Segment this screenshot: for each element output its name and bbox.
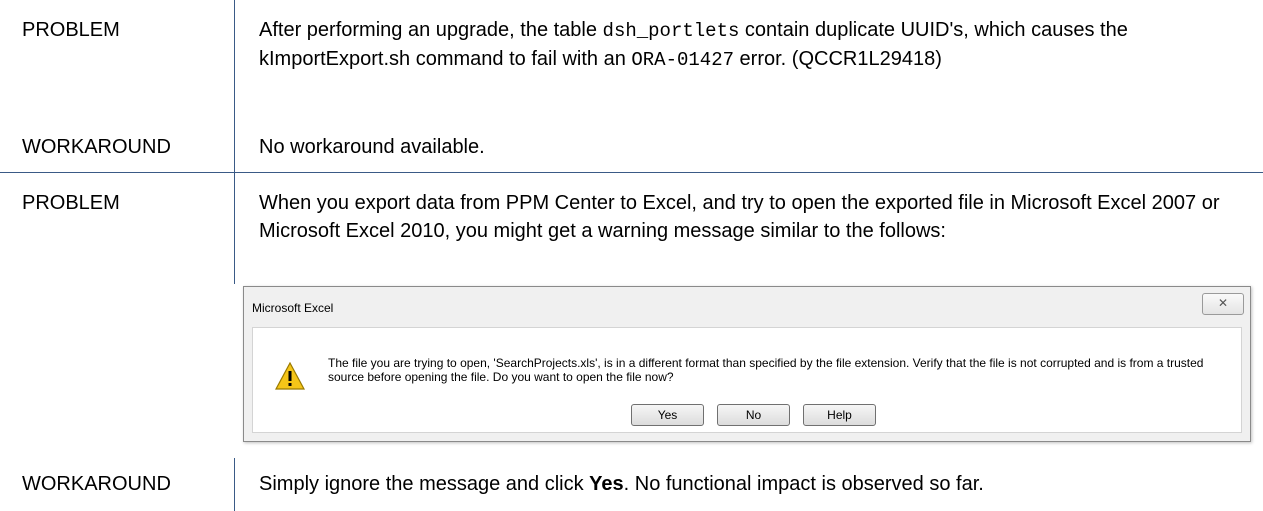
workaround-text: Simply ignore the message and click bbox=[259, 473, 590, 495]
row-separator bbox=[0, 172, 1263, 173]
problem-text: After performing an upgrade, the table bbox=[259, 19, 603, 41]
dialog-body: The file you are trying to open, 'Search… bbox=[252, 327, 1242, 433]
problem-description: When you export data from PPM Center to … bbox=[259, 192, 1220, 242]
excel-warning-dialog: Microsoft Excel ✕ The file you are tryin… bbox=[243, 286, 1251, 442]
workaround-text: . No functional impact is observed so fa… bbox=[623, 473, 984, 495]
workaround-description: No workaround available. bbox=[259, 136, 485, 158]
close-icon[interactable]: ✕ bbox=[1202, 293, 1244, 315]
workaround-label: WORKAROUND bbox=[22, 136, 171, 158]
yes-emphasis: Yes bbox=[589, 473, 624, 495]
yes-button[interactable]: Yes bbox=[631, 404, 704, 426]
workaround-description: Simply ignore the message and click Yes.… bbox=[259, 470, 1249, 498]
table-divider bbox=[234, 172, 235, 284]
dialog-title: Microsoft Excel bbox=[252, 301, 334, 315]
workaround-label: WORKAROUND bbox=[22, 473, 171, 495]
problem-label: PROBLEM bbox=[22, 19, 120, 41]
error-code: ORA-01427 bbox=[631, 49, 734, 71]
no-button[interactable]: No bbox=[717, 404, 790, 426]
table-divider bbox=[234, 0, 235, 172]
problem-text: error. (QCCR1L29418) bbox=[734, 48, 942, 70]
table-name-code: dsh_portlets bbox=[602, 20, 740, 42]
problem-label: PROBLEM bbox=[22, 192, 120, 214]
help-button[interactable]: Help bbox=[803, 404, 876, 426]
dialog-message: The file you are trying to open, 'Search… bbox=[328, 356, 1204, 384]
table-divider bbox=[234, 458, 235, 511]
warning-icon bbox=[275, 362, 305, 390]
problem-description: After performing an upgrade, the table d… bbox=[259, 16, 1249, 74]
